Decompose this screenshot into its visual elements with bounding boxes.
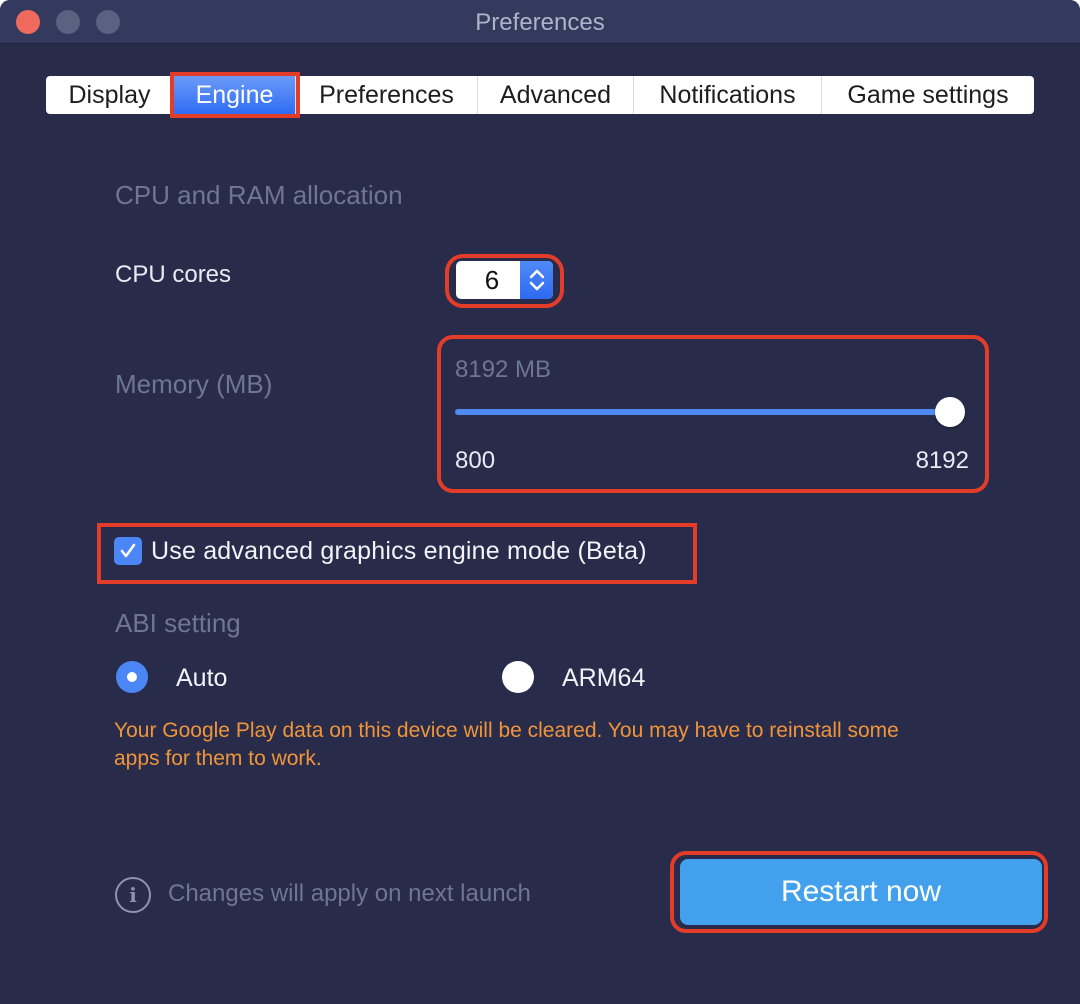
chevron-up-down-icon[interactable] [520,261,553,299]
abi-warning-text: Your Google Play data on this device wil… [114,719,899,770]
cpu-cores-label: CPU cores [115,261,232,288]
window-title: Preferences [475,9,605,36]
tab-game-settings[interactable]: Game settings [822,76,1034,114]
memory-max-label: 8192 [915,447,969,474]
memory-min-label: 800 [455,447,496,474]
tab-preferences[interactable]: Preferences [296,76,478,114]
abi-radio-arm64-label[interactable]: ARM64 [562,664,645,693]
memory-slider-thumb[interactable] [935,397,965,427]
restart-now-button[interactable]: Restart now [680,859,1042,925]
checkmark-icon [120,543,136,558]
info-text: Changes will apply on next launch [168,880,531,907]
abi-radio-arm64[interactable] [502,661,534,693]
tab-engine[interactable]: Engine [170,72,300,118]
memory-current-value: 8192 MB [455,356,552,383]
preferences-window: Preferences Display Engine Preferences A… [0,0,1080,1004]
abi-radio-auto[interactable] [116,661,148,693]
cpu-cores-stepper[interactable]: 6 [456,261,553,299]
tab-display[interactable]: Display [46,76,174,114]
memory-label: Memory (MB) [115,369,273,399]
advanced-graphics-label[interactable]: Use advanced graphics engine mode (Beta) [151,537,647,566]
tab-advanced[interactable]: Advanced [478,76,634,114]
abi-setting-title: ABI setting [115,608,241,638]
cpu-cores-value[interactable]: 6 [456,261,520,299]
cpu-ram-section-title: CPU and RAM allocation [115,180,403,210]
info-icon: i [115,877,151,913]
tab-bar: Display Engine Preferences Advanced Noti… [46,72,1034,118]
abi-radio-auto-label[interactable]: Auto [176,664,227,693]
memory-slider-track[interactable] [455,409,952,415]
title-bar[interactable]: Preferences [0,0,1080,44]
tab-notifications[interactable]: Notifications [634,76,822,114]
advanced-graphics-checkbox[interactable] [114,537,142,565]
